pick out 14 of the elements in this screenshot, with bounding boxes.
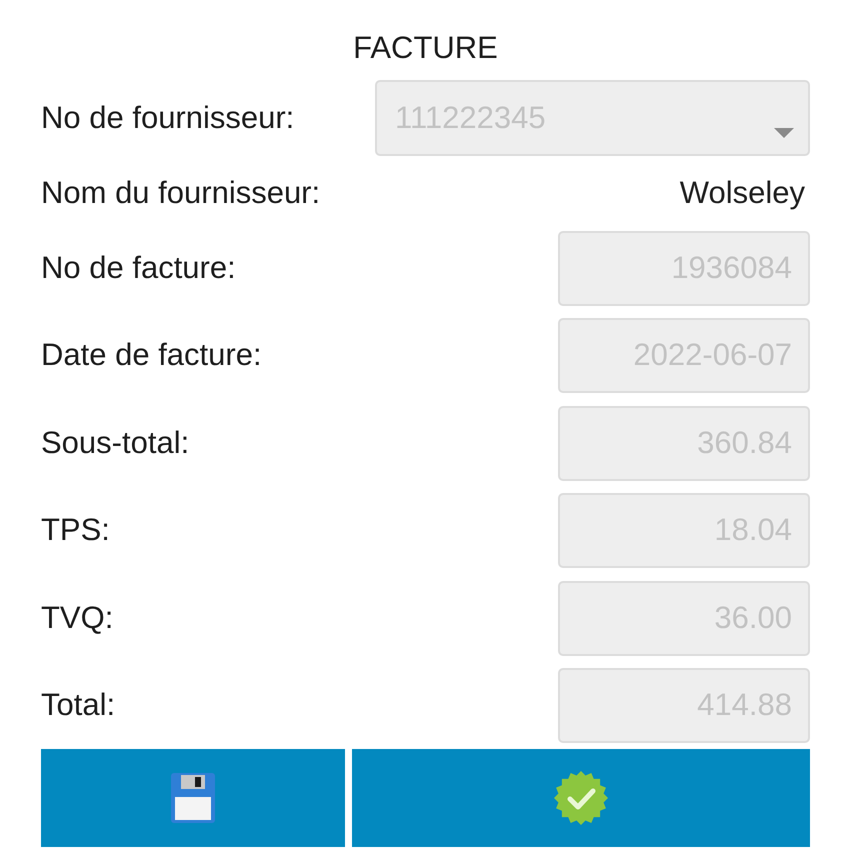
- field-label: Nom du fournisseur:: [41, 174, 320, 212]
- field-label: Sous-total:: [41, 424, 190, 462]
- field-label: No de facture:: [41, 248, 236, 287]
- field-label: TPS:: [41, 511, 110, 550]
- check-badge-icon: [554, 771, 608, 825]
- confirm-button[interactable]: [352, 749, 810, 847]
- save-button[interactable]: [41, 749, 345, 847]
- form-title: FACTURE: [353, 29, 498, 67]
- caret-down-icon: [774, 128, 794, 138]
- field-value: Wolseley: [680, 174, 806, 212]
- field-label: TVQ:: [41, 598, 114, 637]
- field-label: Date de facture:: [41, 336, 262, 374]
- field-label: Total:: [41, 686, 116, 724]
- field-label: No de fournisseur:: [41, 98, 294, 137]
